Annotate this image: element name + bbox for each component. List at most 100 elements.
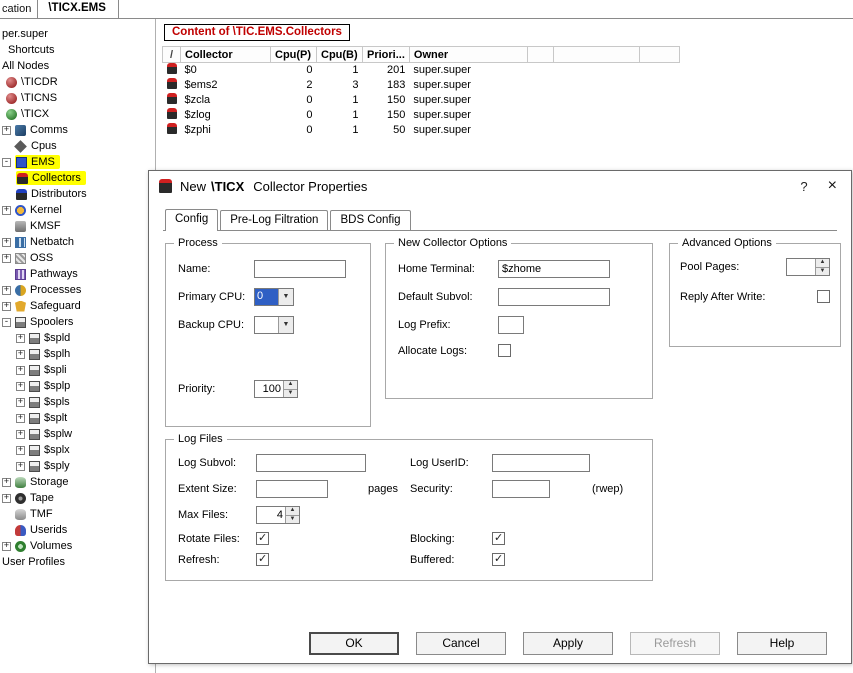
priority-spinner[interactable]: ▲▼ — [254, 380, 298, 398]
tree-expander-icon[interactable]: + — [2, 478, 11, 487]
table-row[interactable]: $zlog01150super.super — [163, 108, 680, 123]
tree-expander-icon[interactable]: + — [2, 206, 11, 215]
tab-partial-left[interactable]: cation — [0, 0, 37, 18]
log-subvol-input[interactable] — [256, 454, 366, 472]
tree-item-shortcuts[interactable]: Shortcuts — [0, 42, 155, 58]
spin-up-icon[interactable]: ▲ — [286, 507, 299, 515]
tree-item-distributors[interactable]: Distributors — [0, 186, 155, 202]
apply-button[interactable]: Apply — [523, 632, 613, 655]
log-prefix-input[interactable] — [498, 316, 524, 334]
column-header-empty[interactable] — [639, 47, 679, 63]
tree-item-$splp[interactable]: +$splp — [0, 378, 155, 394]
tree-expander-icon[interactable]: + — [2, 542, 11, 551]
tree-expander-icon[interactable]: + — [16, 446, 25, 455]
security-input[interactable] — [492, 480, 550, 498]
tree-item-$spld[interactable]: +$spld — [0, 330, 155, 346]
tree-expander-icon[interactable]: + — [16, 414, 25, 423]
name-input[interactable] — [254, 260, 346, 278]
table-row[interactable]: $ems223183super.super — [163, 78, 680, 93]
spin-up-icon[interactable]: ▲ — [816, 259, 829, 267]
tree-item-$spls[interactable]: +$spls — [0, 394, 155, 410]
spin-down-icon[interactable]: ▼ — [816, 267, 829, 276]
tree-expander-icon[interactable]: + — [16, 462, 25, 471]
tree-item-netbatch[interactable]: +Netbatch — [0, 234, 155, 250]
blocking-checkbox[interactable] — [492, 532, 505, 545]
tree-item-per-super[interactable]: per.super — [0, 26, 155, 42]
titlebar-help-button[interactable]: ? — [786, 179, 821, 194]
column-header-priori[interactable]: Priori... — [363, 47, 410, 63]
close-icon[interactable]: × — [822, 177, 843, 195]
tree-expander-icon[interactable]: + — [16, 334, 25, 343]
buffered-checkbox[interactable] — [492, 553, 505, 566]
chevron-down-icon[interactable]: ▼ — [278, 289, 293, 305]
tree-item-comms[interactable]: +Comms — [0, 122, 155, 138]
refresh-checkbox[interactable] — [256, 553, 269, 566]
table-row[interactable]: $zcla01150super.super — [163, 93, 680, 108]
tree-item-volumes[interactable]: +Volumes — [0, 538, 155, 554]
column-header-cpu-p[interactable]: Cpu(P) — [271, 47, 317, 63]
tree-expander-icon[interactable]: + — [16, 398, 25, 407]
tree-expander-icon[interactable]: + — [16, 366, 25, 375]
tree-item-tmf[interactable]: TMF — [0, 506, 155, 522]
tab-bds-config[interactable]: BDS Config — [330, 210, 410, 230]
backup-cpu-combo[interactable]: ▼ — [254, 316, 294, 334]
tree-expander-icon[interactable]: + — [16, 430, 25, 439]
tree-item-$splt[interactable]: +$splt — [0, 410, 155, 426]
priority-value[interactable] — [255, 381, 283, 397]
log-userid-input[interactable] — [492, 454, 590, 472]
table-row[interactable]: $zphi0150super.super — [163, 123, 680, 138]
tree-expander-icon[interactable]: + — [2, 238, 11, 247]
tree-item-kmsf[interactable]: KMSF — [0, 218, 155, 234]
tree-item-processes[interactable]: +Processes — [0, 282, 155, 298]
tree-item-$splx[interactable]: +$splx — [0, 442, 155, 458]
max-files-value[interactable] — [257, 507, 285, 523]
tree-expander-icon[interactable]: + — [2, 302, 11, 311]
tree-item-$spli[interactable]: +$spli — [0, 362, 155, 378]
tab-pre-log-filtration[interactable]: Pre-Log Filtration — [220, 210, 328, 230]
tree-expander-icon[interactable]: + — [16, 350, 25, 359]
tree-item-ticx[interactable]: \TICX — [0, 106, 155, 122]
table-row[interactable]: $001201super.super — [163, 63, 680, 78]
column-header-empty[interactable] — [527, 47, 553, 63]
max-files-spinner[interactable]: ▲▼ — [256, 506, 300, 524]
tree-item-oss[interactable]: +OSS — [0, 250, 155, 266]
tab-ticx-ems[interactable]: \TICX.EMS — [37, 0, 119, 18]
default-subvol-input[interactable] — [498, 288, 610, 306]
spin-up-icon[interactable]: ▲ — [284, 381, 297, 389]
tree-expander-icon[interactable]: + — [2, 494, 11, 503]
tree-item-$splw[interactable]: +$splw — [0, 426, 155, 442]
tree-item-$splh[interactable]: +$splh — [0, 346, 155, 362]
home-terminal-input[interactable] — [498, 260, 610, 278]
tree-item-tape[interactable]: +Tape — [0, 490, 155, 506]
tree-item-spoolers[interactable]: -Spoolers — [0, 314, 155, 330]
tree-item-all-nodes[interactable]: All Nodes — [0, 58, 155, 74]
tree-expander-icon[interactable]: + — [2, 126, 11, 135]
tree-item-collectors[interactable]: Collectors — [0, 170, 155, 186]
spin-down-icon[interactable]: ▼ — [286, 515, 299, 524]
column-header-owner[interactable]: Owner — [409, 47, 527, 63]
column-header-collector[interactable]: Collector — [181, 47, 271, 63]
tree-expander-icon[interactable]: + — [2, 254, 11, 263]
allocate-logs-checkbox[interactable] — [498, 344, 511, 357]
column-header-empty[interactable] — [553, 47, 639, 63]
help-button[interactable]: Help — [737, 632, 827, 655]
tree-item-$sply[interactable]: +$sply — [0, 458, 155, 474]
tree-expander-icon[interactable]: - — [2, 158, 11, 167]
tab-config[interactable]: Config — [165, 209, 218, 231]
tree-item-kernel[interactable]: +Kernel — [0, 202, 155, 218]
tree-expander-icon[interactable]: + — [2, 286, 11, 295]
rotate-files-checkbox[interactable] — [256, 532, 269, 545]
tree-item-pathways[interactable]: Pathways — [0, 266, 155, 282]
tree-expander-icon[interactable]: + — [16, 382, 25, 391]
tree-item-cpus[interactable]: Cpus — [0, 138, 155, 154]
pool-pages-spinner[interactable]: ▲▼ — [786, 258, 830, 276]
primary-cpu-combo[interactable]: 0 ▼ — [254, 288, 294, 306]
sort-column-header[interactable]: / — [163, 47, 181, 63]
tree-expander-icon[interactable]: - — [2, 318, 11, 327]
cancel-button[interactable]: Cancel — [416, 632, 506, 655]
tree-item-userids[interactable]: Userids — [0, 522, 155, 538]
ok-button[interactable]: OK — [309, 632, 399, 655]
spin-down-icon[interactable]: ▼ — [284, 389, 297, 398]
column-header-cpu-b[interactable]: Cpu(B) — [317, 47, 363, 63]
tree-item-ticdr[interactable]: \TICDR — [0, 74, 155, 90]
